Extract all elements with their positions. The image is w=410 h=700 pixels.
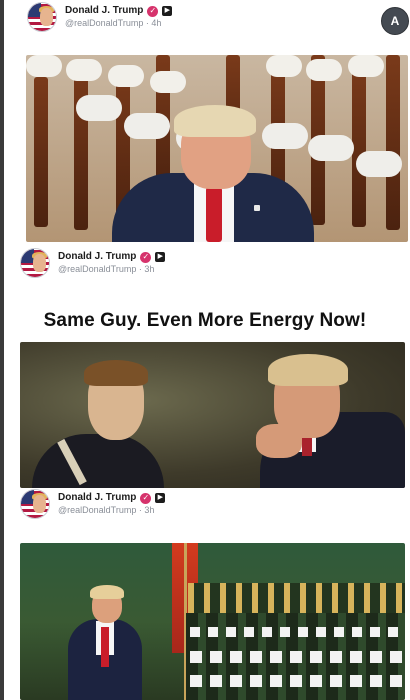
square-badge-icon: ▶ [155,252,166,263]
avatar[interactable] [20,489,50,519]
verified-badge-icon: ✓ [140,251,152,263]
author-handle[interactable]: @realDonaldTrump [65,18,143,28]
window-edge [0,0,4,700]
post-header[interactable]: Donald J. Trump ✓ ▶ @realDonaldTrump · 3… [20,489,166,519]
post-time: 3h [144,263,155,274]
author-handle[interactable]: @realDonaldTrump [58,264,136,274]
author-name[interactable]: Donald J. Trump [65,5,143,18]
author-name[interactable]: Donald J. Trump [58,251,136,264]
post-image[interactable] [20,342,405,488]
post-header[interactable]: Donald J. Trump ✓ ▶ @realDonaldTrump · 3… [20,248,166,278]
handle-and-time: @realDonaldTrump · 4h [65,17,162,28]
post-headline: Same Guy. Even More Energy Now! [43,310,367,331]
square-badge-icon: ▶ [155,493,166,504]
avatar[interactable] [20,248,50,278]
post-image[interactable] [26,55,408,242]
verified-badge-icon: ✓ [147,5,159,17]
author-name[interactable]: Donald J. Trump [58,492,136,505]
post-image[interactable] [20,543,405,700]
translate-button[interactable]: A [381,7,409,35]
square-badge-icon: ▶ [162,6,173,17]
post-time: 3h [144,504,155,515]
author-handle[interactable]: @realDonaldTrump [58,505,136,515]
translate-icon: A [390,14,400,28]
post-time: 4h [151,17,162,28]
post-header[interactable]: Donald J. Trump ✓ ▶ @realDonaldTrump · 4… [27,2,173,32]
avatar[interactable] [27,2,57,32]
verified-badge-icon: ✓ [140,492,152,504]
